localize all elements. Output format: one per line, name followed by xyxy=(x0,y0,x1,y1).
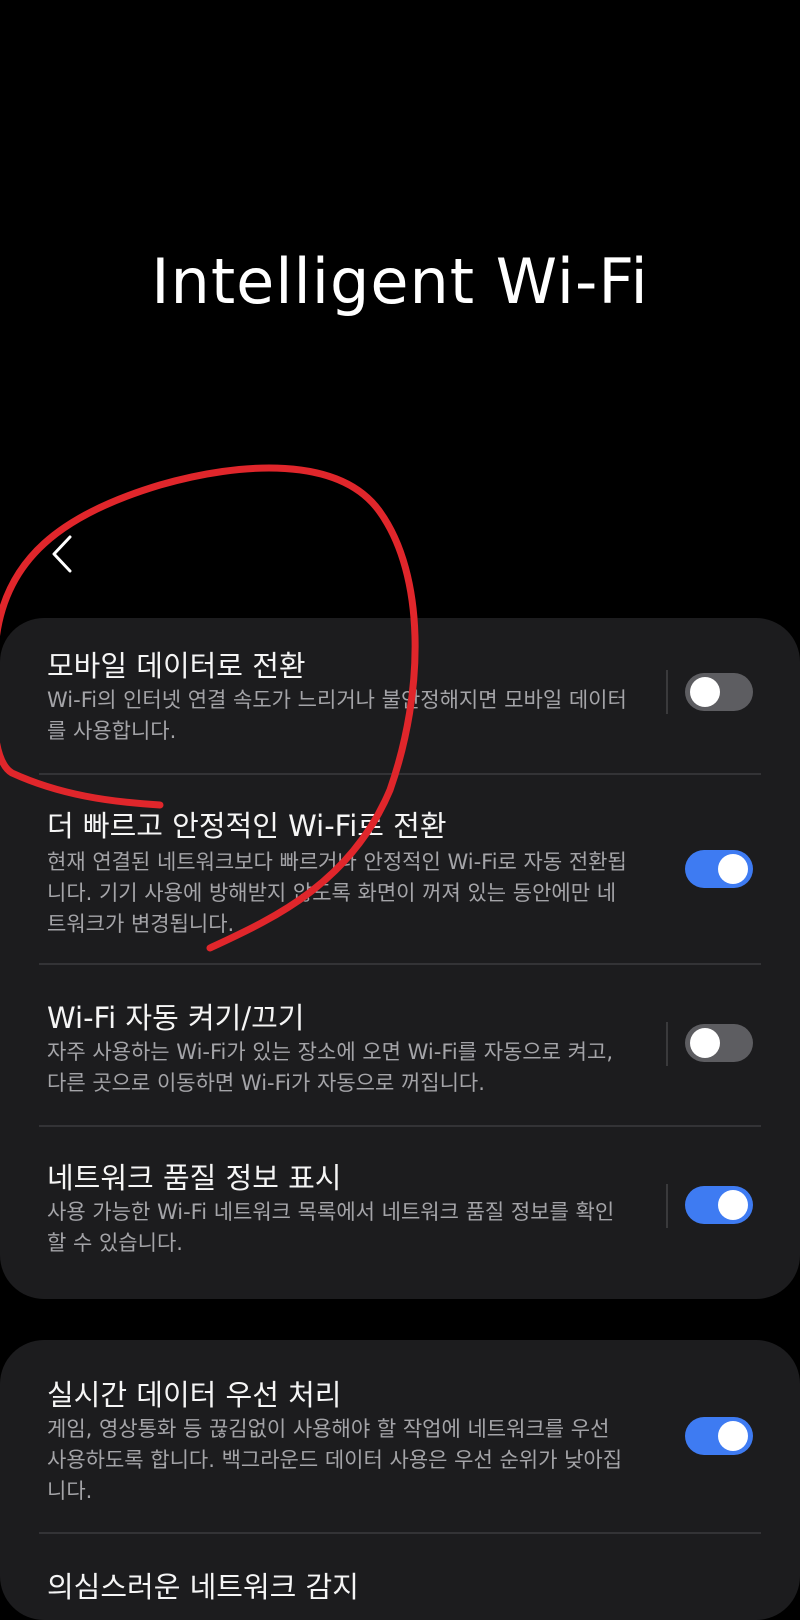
setting-description: 사용 가능한 Wi-Fi 네트워크 목록에서 네트워크 품질 정보를 확인할 수… xyxy=(47,1200,615,1255)
setting-row-realtime-data-priority[interactable]: 실시간 데이터 우선 처리 게임, 영상통화 등 끊김없이 사용해야 할 작업에… xyxy=(0,1340,800,1532)
divider xyxy=(666,670,668,714)
setting-title: 실시간 데이터 우선 처리 xyxy=(47,1378,342,1412)
toggle-knob xyxy=(690,1028,720,1058)
chevron-left-icon xyxy=(52,535,72,573)
toggle-knob xyxy=(718,1190,748,1220)
setting-description: Wi-Fi의 인터넷 연결 속도가 느리거나 불안정해지면 모바일 데이터를 사… xyxy=(47,688,627,743)
settings-card-primary: 모바일 데이터로 전환 Wi-Fi의 인터넷 연결 속도가 느리거나 불안정해지… xyxy=(0,618,800,1299)
setting-row-switch-to-mobile-data[interactable]: 모바일 데이터로 전환 Wi-Fi의 인터넷 연결 속도가 느리거나 불안정해지… xyxy=(0,618,800,773)
settings-card-secondary: 실시간 데이터 우선 처리 게임, 영상통화 등 끊김없이 사용해야 할 작업에… xyxy=(0,1340,800,1620)
setting-title: 네트워크 품질 정보 표시 xyxy=(47,1161,342,1195)
realtime-data-priority-toggle[interactable] xyxy=(685,1417,753,1455)
page-title: Intelligent Wi-Fi xyxy=(151,245,649,318)
setting-row-switch-to-faster-wifi[interactable]: 더 빠르고 안정적인 Wi-Fi로 전환 현재 연결된 네트워크보다 빠르거나 … xyxy=(0,775,800,963)
setting-row-network-quality-info[interactable]: 네트워크 품질 정보 표시 사용 가능한 Wi-Fi 네트워크 목록에서 네트워… xyxy=(0,1127,800,1299)
switch-to-faster-wifi-toggle[interactable] xyxy=(685,850,753,888)
setting-description: 자주 사용하는 Wi-Fi가 있는 장소에 오면 Wi-Fi를 자동으로 켜고,… xyxy=(47,1040,613,1095)
wifi-auto-on-off-toggle[interactable] xyxy=(685,1024,753,1062)
setting-row-wifi-auto-on-off[interactable]: Wi-Fi 자동 켜기/끄기 자주 사용하는 Wi-Fi가 있는 장소에 오면 … xyxy=(0,965,800,1125)
network-quality-info-toggle[interactable] xyxy=(685,1186,753,1224)
setting-row-suspicious-network-detection[interactable]: 의심스러운 네트워크 감지 xyxy=(0,1534,800,1620)
toggle-knob xyxy=(718,1421,748,1451)
setting-title: 모바일 데이터로 전환 xyxy=(47,649,306,683)
switch-to-mobile-data-toggle[interactable] xyxy=(685,673,753,711)
setting-title: 의심스러운 네트워크 감지 xyxy=(47,1570,359,1604)
back-button[interactable] xyxy=(40,532,84,576)
setting-title: 더 빠르고 안정적인 Wi-Fi로 전환 xyxy=(47,809,447,843)
setting-description: 게임, 영상통화 등 끊김없이 사용해야 할 작업에 네트워크를 우선 사용하도… xyxy=(47,1417,623,1503)
toggle-knob xyxy=(690,677,720,707)
divider xyxy=(666,1022,668,1066)
setting-description: 현재 연결된 네트워크보다 빠르거나 안정적인 Wi-Fi로 자동 전환됩니다.… xyxy=(47,850,627,936)
divider xyxy=(666,1184,668,1228)
toggle-knob xyxy=(718,854,748,884)
setting-title: Wi-Fi 자동 켜기/끄기 xyxy=(47,1001,305,1035)
